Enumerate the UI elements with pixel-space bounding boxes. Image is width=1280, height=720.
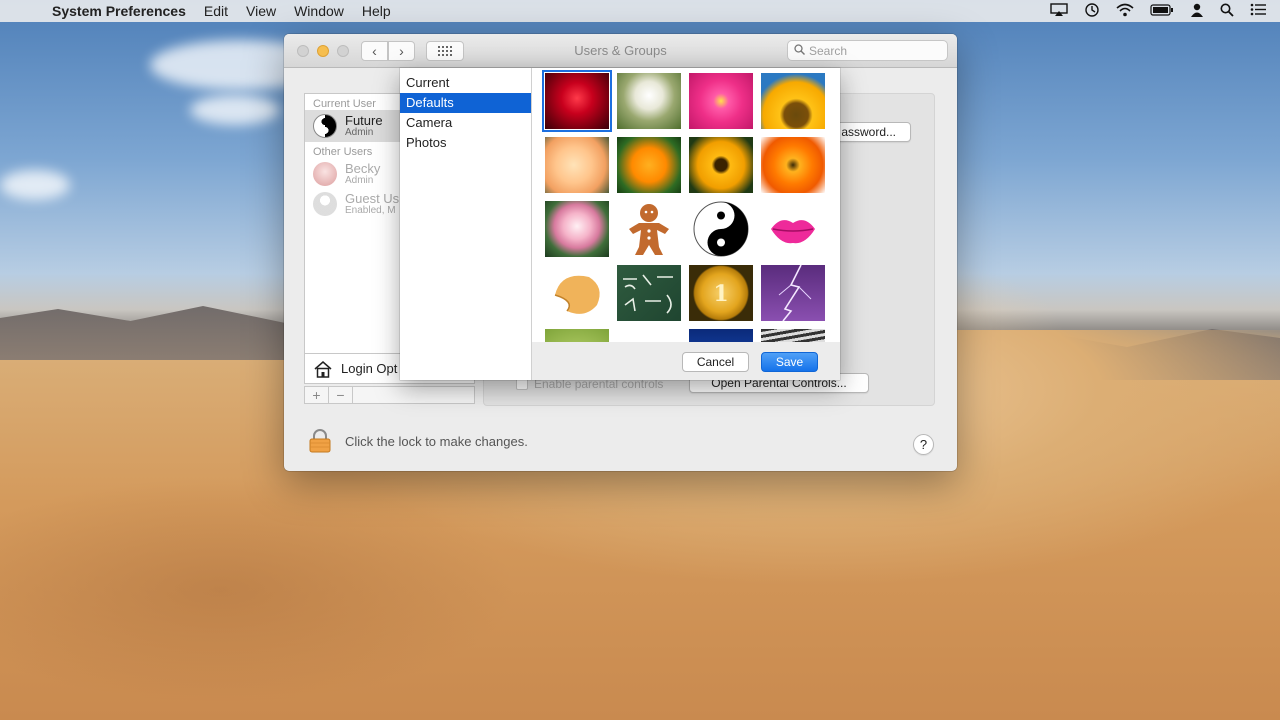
- search-input[interactable]: Search: [787, 40, 948, 61]
- user-name: Future: [345, 112, 383, 128]
- picture-blue-lightning[interactable]: [689, 329, 753, 342]
- help-button[interactable]: ?: [913, 434, 934, 455]
- search-placeholder: Search: [809, 43, 848, 58]
- wifi-icon[interactable]: [1116, 3, 1134, 20]
- picture-dandelion[interactable]: [617, 73, 681, 129]
- picture-lightning[interactable]: [761, 264, 825, 322]
- lightning-icon: [778, 264, 812, 322]
- search-icon: [794, 43, 805, 58]
- picture-fortune-cookie[interactable]: [545, 265, 609, 321]
- menu-window[interactable]: Window: [294, 3, 344, 19]
- medal-icon: 1: [713, 281, 728, 307]
- menu-view[interactable]: View: [246, 3, 276, 19]
- picture-earth[interactable]: [617, 329, 681, 342]
- lock-text: Click the lock to make changes.: [345, 433, 528, 449]
- picture-pink-dahlia[interactable]: [689, 73, 753, 129]
- battery-icon[interactable]: [1150, 3, 1174, 19]
- status-menu-area: [1050, 0, 1266, 22]
- menu-app-name[interactable]: System Preferences: [52, 3, 186, 19]
- source-current[interactable]: Current: [400, 73, 531, 93]
- user-role: Enabled, M: [345, 204, 396, 216]
- gingerbread-man-icon: [629, 204, 669, 255]
- picture-green-apple[interactable]: [545, 329, 609, 342]
- lock-row: Click the lock to make changes.: [308, 429, 528, 453]
- source-camera[interactable]: Camera: [400, 113, 531, 133]
- picture-peach-rose[interactable]: [545, 137, 609, 193]
- yin-yang-icon: [693, 201, 749, 257]
- picture-orange-poppy[interactable]: [617, 137, 681, 193]
- picture-source-list: Current Defaults Camera Photos: [400, 68, 532, 380]
- title-bar: ‹ › Users & Groups Search: [284, 34, 957, 68]
- remove-user-button[interactable]: −: [329, 387, 353, 403]
- add-user-button[interactable]: +: [305, 387, 329, 403]
- menu-help[interactable]: Help: [362, 3, 391, 19]
- picture-picker-sheet: Current Defaults Camera Photos 1 Cancel …: [400, 68, 840, 380]
- save-button[interactable]: Save: [761, 352, 818, 372]
- picture-yin-yang[interactable]: [689, 201, 753, 257]
- yin-yang-avatar: [313, 114, 337, 138]
- lock-icon[interactable]: [308, 429, 332, 453]
- chalkboard-icon: [623, 274, 673, 314]
- picture-lotus[interactable]: [545, 201, 609, 257]
- picture-lips[interactable]: [761, 201, 825, 257]
- picture-sunflower[interactable]: [761, 73, 825, 129]
- picture-gold-medal[interactable]: 1: [689, 265, 753, 321]
- picture-gingerbread-man[interactable]: [617, 201, 681, 257]
- notification-center-icon[interactable]: [1250, 3, 1266, 19]
- source-defaults[interactable]: Defaults: [400, 93, 531, 113]
- menu-bar: System Preferences Edit View Window Help: [0, 0, 1280, 22]
- time-machine-icon[interactable]: [1084, 2, 1100, 21]
- svg-text:1: 1: [713, 281, 728, 307]
- becky-avatar: [313, 162, 337, 186]
- login-options-label: Login Opt: [341, 361, 398, 376]
- picture-gerbera-with-bee[interactable]: [761, 137, 825, 193]
- spotlight-icon[interactable]: [1220, 3, 1234, 20]
- user-role: Admin: [345, 126, 374, 138]
- lips-icon: [771, 220, 815, 244]
- cloud: [0, 170, 70, 200]
- dune-shadow: [0, 440, 520, 720]
- house-icon: [314, 360, 332, 378]
- user-icon[interactable]: [1190, 3, 1204, 20]
- picture-red-rose[interactable]: [542, 70, 612, 132]
- menu-edit[interactable]: Edit: [204, 3, 228, 19]
- airplay-icon[interactable]: [1050, 2, 1068, 20]
- guest-avatar: [313, 192, 337, 216]
- picture-black-eyed-susan[interactable]: [689, 137, 753, 193]
- user-name: Becky: [345, 160, 381, 176]
- cancel-button[interactable]: Cancel: [682, 352, 749, 372]
- picture-grid: 1: [532, 68, 840, 342]
- change-password-button[interactable]: assword...: [829, 122, 911, 142]
- source-photos[interactable]: Photos: [400, 133, 531, 153]
- user-name: Guest Us: [345, 190, 400, 206]
- add-remove-bar: + −: [304, 386, 475, 404]
- cloud: [190, 95, 280, 125]
- picture-chalkboard[interactable]: [617, 265, 681, 321]
- picture-zebra[interactable]: [761, 329, 825, 342]
- fortune-cookie-icon: [554, 275, 600, 314]
- user-role: Admin: [345, 174, 374, 186]
